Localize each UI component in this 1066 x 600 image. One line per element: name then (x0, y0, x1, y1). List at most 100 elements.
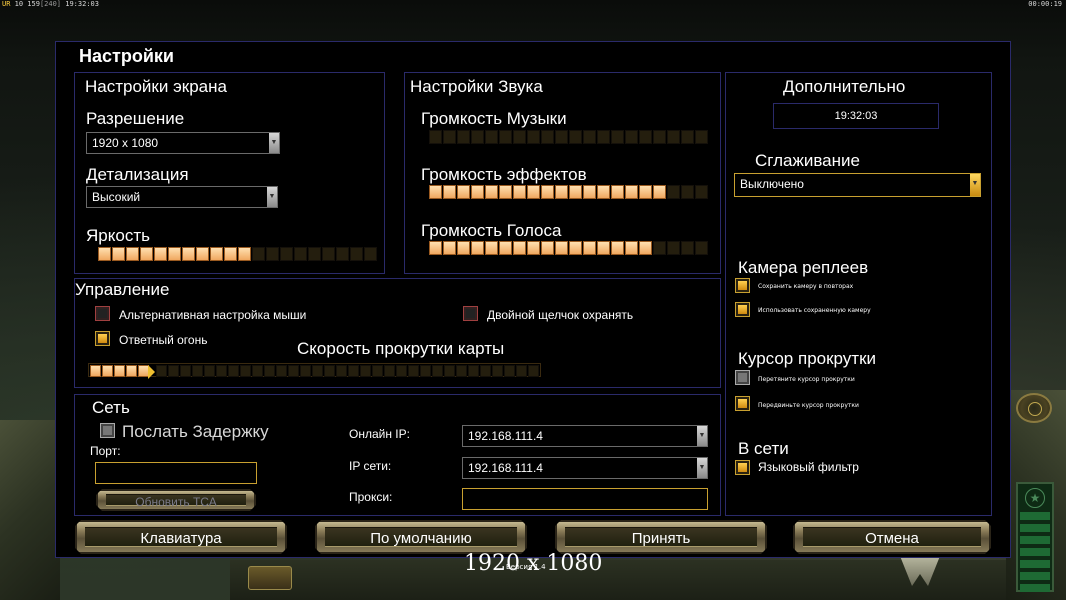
slider-segment[interactable] (611, 241, 624, 255)
slider-segment[interactable] (350, 247, 363, 261)
slider-segment[interactable] (457, 130, 470, 144)
slider-segment[interactable] (492, 365, 503, 377)
slider-segment[interactable] (513, 130, 526, 144)
slider-segment[interactable] (653, 241, 666, 255)
slider-segment[interactable] (360, 365, 371, 377)
slider-segment[interactable] (625, 241, 638, 255)
slider-segment[interactable] (280, 247, 293, 261)
slider-segment[interactable] (471, 185, 484, 199)
slider-segment[interactable] (569, 185, 582, 199)
slider-segment[interactable] (456, 365, 467, 377)
slider-segment[interactable] (112, 247, 125, 261)
slider-segment[interactable] (480, 365, 491, 377)
slider-segment[interactable] (348, 365, 359, 377)
slider-segment[interactable] (541, 241, 554, 255)
slider-segment[interactable] (196, 247, 209, 261)
slider-segment[interactable] (597, 185, 610, 199)
slider-segment[interactable] (308, 247, 321, 261)
update-tca-button[interactable]: Обновить ТСА (96, 489, 256, 511)
slider-segment[interactable] (541, 130, 554, 144)
slider-segment[interactable] (583, 185, 596, 199)
slider-segment[interactable] (252, 365, 263, 377)
use-saved-camera-checkbox[interactable] (735, 302, 750, 317)
slider-segment[interactable] (266, 247, 279, 261)
slider-segment[interactable] (90, 365, 101, 377)
slider-segment[interactable] (499, 241, 512, 255)
save-replay-camera-checkbox[interactable] (735, 278, 750, 293)
slider-segment[interactable] (457, 185, 470, 199)
slider-segment[interactable] (140, 247, 153, 261)
slider-segment[interactable] (396, 365, 407, 377)
slider-segment[interactable] (639, 130, 652, 144)
detail-dropdown[interactable]: Высокий ▼ (86, 186, 278, 208)
slider-segment[interactable] (228, 365, 239, 377)
chevron-down-icon[interactable]: ▼ (697, 458, 707, 478)
slider-segment[interactable] (569, 130, 582, 144)
resolution-dropdown[interactable]: 1920 x 1080 ▼ (86, 132, 280, 154)
slider-segment[interactable] (182, 247, 195, 261)
slider-segment[interactable] (528, 365, 539, 377)
drag-scroll-cursor-checkbox[interactable] (735, 370, 750, 385)
slider-segment[interactable] (300, 365, 311, 377)
slider-segment[interactable] (653, 130, 666, 144)
slider-segment[interactable] (192, 365, 203, 377)
slider-segment[interactable] (240, 365, 251, 377)
slider-segment[interactable] (681, 241, 694, 255)
slider-segment[interactable] (653, 185, 666, 199)
slider-segment[interactable] (312, 365, 323, 377)
slider-segment[interactable] (372, 365, 383, 377)
slider-segment[interactable] (513, 185, 526, 199)
return-fire-checkbox[interactable] (95, 331, 110, 346)
slider-segment[interactable] (499, 185, 512, 199)
slider-segment[interactable] (555, 241, 568, 255)
slider-segment[interactable] (527, 130, 540, 144)
slider-segment[interactable] (408, 365, 419, 377)
slider-segment[interactable] (527, 185, 540, 199)
slider-segment[interactable] (541, 185, 554, 199)
slider-segment[interactable] (468, 365, 479, 377)
slider-segment[interactable] (429, 241, 442, 255)
slider-segment[interactable] (204, 365, 215, 377)
slider-segment[interactable] (324, 365, 335, 377)
slider-segment[interactable] (168, 365, 179, 377)
slider-segment[interactable] (499, 130, 512, 144)
slider-segment[interactable] (443, 241, 456, 255)
slider-segment[interactable] (516, 365, 527, 377)
slider-segment[interactable] (443, 130, 456, 144)
slider-segment[interactable] (471, 130, 484, 144)
slider-segment[interactable] (126, 247, 139, 261)
port-input[interactable] (95, 462, 257, 484)
alt-mouse-checkbox[interactable] (95, 306, 110, 321)
slider-segment[interactable] (569, 241, 582, 255)
slider-segment[interactable] (611, 185, 624, 199)
slider-segment[interactable] (695, 185, 708, 199)
slider-segment[interactable] (336, 247, 349, 261)
slider-segment[interactable] (485, 241, 498, 255)
slider-segment[interactable] (102, 365, 113, 377)
slider-segment[interactable] (471, 241, 484, 255)
slider-segment[interactable] (667, 241, 680, 255)
slider-segment[interactable] (443, 185, 456, 199)
double-click-guard-checkbox[interactable] (463, 306, 478, 321)
slider-segment[interactable] (583, 130, 596, 144)
slider-segment[interactable] (364, 247, 377, 261)
slider-segment[interactable] (625, 130, 638, 144)
accept-button[interactable]: Принять (555, 520, 767, 554)
slider-segment[interactable] (420, 365, 431, 377)
move-scroll-cursor-checkbox[interactable] (735, 396, 750, 411)
slider-segment[interactable] (681, 185, 694, 199)
slider-segment[interactable] (681, 130, 694, 144)
slider-segment[interactable] (294, 247, 307, 261)
slider-segment[interactable] (114, 365, 125, 377)
slider-segment[interactable] (336, 365, 347, 377)
slider-segment[interactable] (210, 247, 223, 261)
defaults-button[interactable]: По умолчанию (315, 520, 527, 554)
slider-segment[interactable] (252, 247, 265, 261)
slider-segment[interactable] (485, 185, 498, 199)
online-ip-dropdown[interactable]: 192.168.111.4 ▼ (462, 425, 708, 447)
slider-segment[interactable] (276, 365, 287, 377)
chevron-down-icon[interactable]: ▼ (970, 174, 980, 196)
slider-segment[interactable] (667, 130, 680, 144)
slider-segment[interactable] (180, 365, 191, 377)
slider-segment[interactable] (555, 130, 568, 144)
